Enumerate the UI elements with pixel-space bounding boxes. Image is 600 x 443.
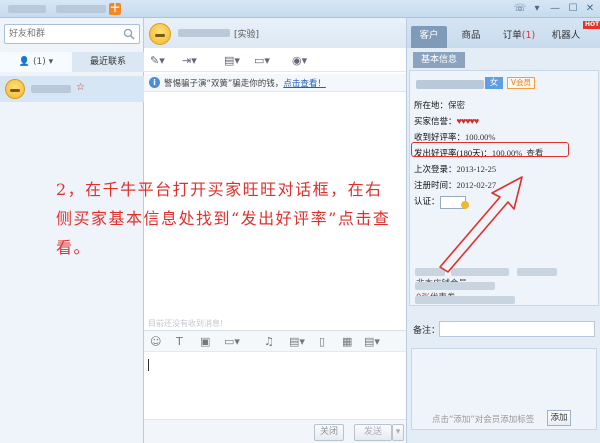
hot-badge: HOT (583, 21, 600, 29)
maximize-icon[interactable]: ☐ (566, 2, 580, 16)
screen-icon[interactable]: ▭▾ (254, 53, 270, 69)
right-tabs: 客户 商品 订单(1) 机器人 HOT (407, 18, 600, 48)
search-icon[interactable] (123, 28, 135, 40)
last-login-value: 2013-12-25 (456, 164, 497, 174)
send-button[interactable]: 发送 (354, 424, 392, 441)
location-row: 所在地：保密 (414, 99, 465, 111)
calculator-icon[interactable]: ▦ (342, 335, 352, 349)
emoji-icon[interactable]: ☺ (150, 335, 161, 349)
sent-rate-highlight (411, 142, 569, 157)
received-rate-value: 100.00% (465, 132, 496, 142)
flag-icon: ☆ (76, 82, 85, 93)
message-icon[interactable]: ▤▾ (224, 53, 240, 69)
chat-footer: 关闭 发送 ▾ (144, 419, 406, 443)
remark-row: 备注： (409, 318, 599, 340)
instruction-annotation: 2，在千牛平台打开买家旺旺对话框，在右侧买家基本信息处找到“发出好评率”点击查看… (56, 180, 391, 257)
order-count-badge: (1) (521, 30, 536, 41)
search-input[interactable] (9, 27, 119, 41)
minimize-icon[interactable]: — (548, 2, 562, 16)
redacted-block (415, 282, 495, 290)
text-caret (148, 359, 149, 371)
contact-item[interactable]: ☆ (0, 76, 144, 102)
vip-label: 会员 (516, 78, 532, 87)
info-icon: i (149, 77, 160, 88)
buyer-name-redacted (416, 80, 484, 89)
person-icon: 👤 (18, 57, 31, 67)
avatar (5, 79, 25, 99)
tab-recent[interactable]: 最近联系 (72, 52, 144, 72)
transfer-icon[interactable]: ⇥▾ (182, 53, 197, 69)
chat-toolbar: ✎▾ ⇥▾ ▤▾ ▭▾ ◉▾ (144, 50, 406, 72)
tag-area: 点击“添加”对会员添加标签 添加 (411, 348, 597, 430)
search-box[interactable] (4, 24, 140, 44)
chat-status-tag: [实验] (234, 30, 260, 40)
vip-badge: V会员 (507, 77, 535, 89)
notice-message: 警惕骗子演“双簧”骗走你的钱， (164, 79, 284, 89)
remark-label: 备注： (413, 326, 441, 336)
tab-product[interactable]: 商品 (453, 26, 489, 48)
phone-icon[interactable]: ▯ (319, 335, 325, 349)
tab-order[interactable]: 订单(1) (497, 26, 541, 48)
last-login-row: 上次登录：2013-12-25 (414, 163, 496, 175)
alert-icon[interactable]: ◉▾ (292, 53, 307, 69)
title-badge: 十 (109, 3, 121, 15)
dropdown-chevron-icon[interactable]: ▾ (530, 2, 544, 16)
location-value: 保密 (448, 100, 466, 110)
empty-history-hint: 目前还没有收到消息! (148, 319, 224, 328)
contact-tabs: 👤 (1) ▾ 最近联系 (0, 52, 144, 72)
gender-badge: 女 (485, 77, 503, 89)
tab-contacts[interactable]: 👤 (1) ▾ (0, 52, 72, 72)
font-icon[interactable]: T (176, 335, 183, 349)
avatar (149, 23, 171, 45)
close-button[interactable]: 关闭 (314, 424, 344, 441)
received-rate-label: 收到好评率： (414, 132, 466, 142)
title-redacted (8, 5, 46, 13)
send-options-button[interactable]: ▾ (392, 424, 404, 441)
contact-name-redacted (31, 85, 71, 93)
edit-icon[interactable]: ✎▾ (150, 53, 165, 69)
security-notice: i 警惕骗子演“双簧”骗走你的钱，点击查看！ (144, 74, 406, 92)
bell-icon[interactable]: ♫ (264, 335, 274, 349)
credit-row: 买家信誉：♥♥♥♥♥ (414, 115, 480, 127)
tag-hint: 点击“添加”对会员添加标签 (432, 415, 535, 425)
quick-reply-icon[interactable]: ▤▾ (289, 335, 305, 349)
chat-header: [实验] (144, 18, 406, 48)
buyer-name-redacted (178, 29, 230, 37)
credit-label: 买家信誉： (414, 116, 457, 126)
screenshot-icon[interactable]: ▭▾ (224, 335, 240, 349)
chevron-down-icon: ▾ (48, 57, 54, 67)
add-tag-button[interactable]: 添加 (547, 410, 571, 426)
tab-customer[interactable]: 客户 (411, 26, 447, 48)
tab-robot[interactable]: 机器人 (545, 26, 587, 48)
input-toolbar: ☺ T ▣ ▭▾ ♫ ▤▾ ▯ ▦ ▤▾ (144, 330, 406, 352)
tab-contacts-label: (1) (32, 57, 46, 67)
more-icon[interactable]: ▤▾ (364, 335, 380, 349)
section-tabbar: 基本信息 (411, 52, 597, 68)
tab-basic-info[interactable]: 基本信息 (413, 52, 465, 68)
image-icon[interactable]: ▣ (200, 335, 210, 349)
notice-link[interactable]: 点击查看！ (283, 79, 326, 89)
redacted-block (415, 296, 515, 304)
message-input[interactable] (144, 353, 406, 415)
close-icon[interactable]: ✕ (583, 2, 597, 16)
heart-icon: ♥♥♥♥♥ (456, 116, 480, 126)
phone-icon[interactable]: ☏ (513, 2, 527, 16)
pointer-arrow (439, 176, 523, 273)
title-bar: 十 ☏ ▾ — ☐ ✕ (0, 0, 600, 18)
last-login-label: 上次登录： (414, 164, 457, 174)
remark-input[interactable] (439, 321, 595, 337)
notice-text: 警惕骗子演“双簧”骗走你的钱，点击查看！ (164, 77, 326, 89)
location-label: 所在地： (414, 100, 449, 110)
title-redacted-2 (56, 5, 106, 13)
tab-order-label: 订单 (502, 30, 522, 41)
